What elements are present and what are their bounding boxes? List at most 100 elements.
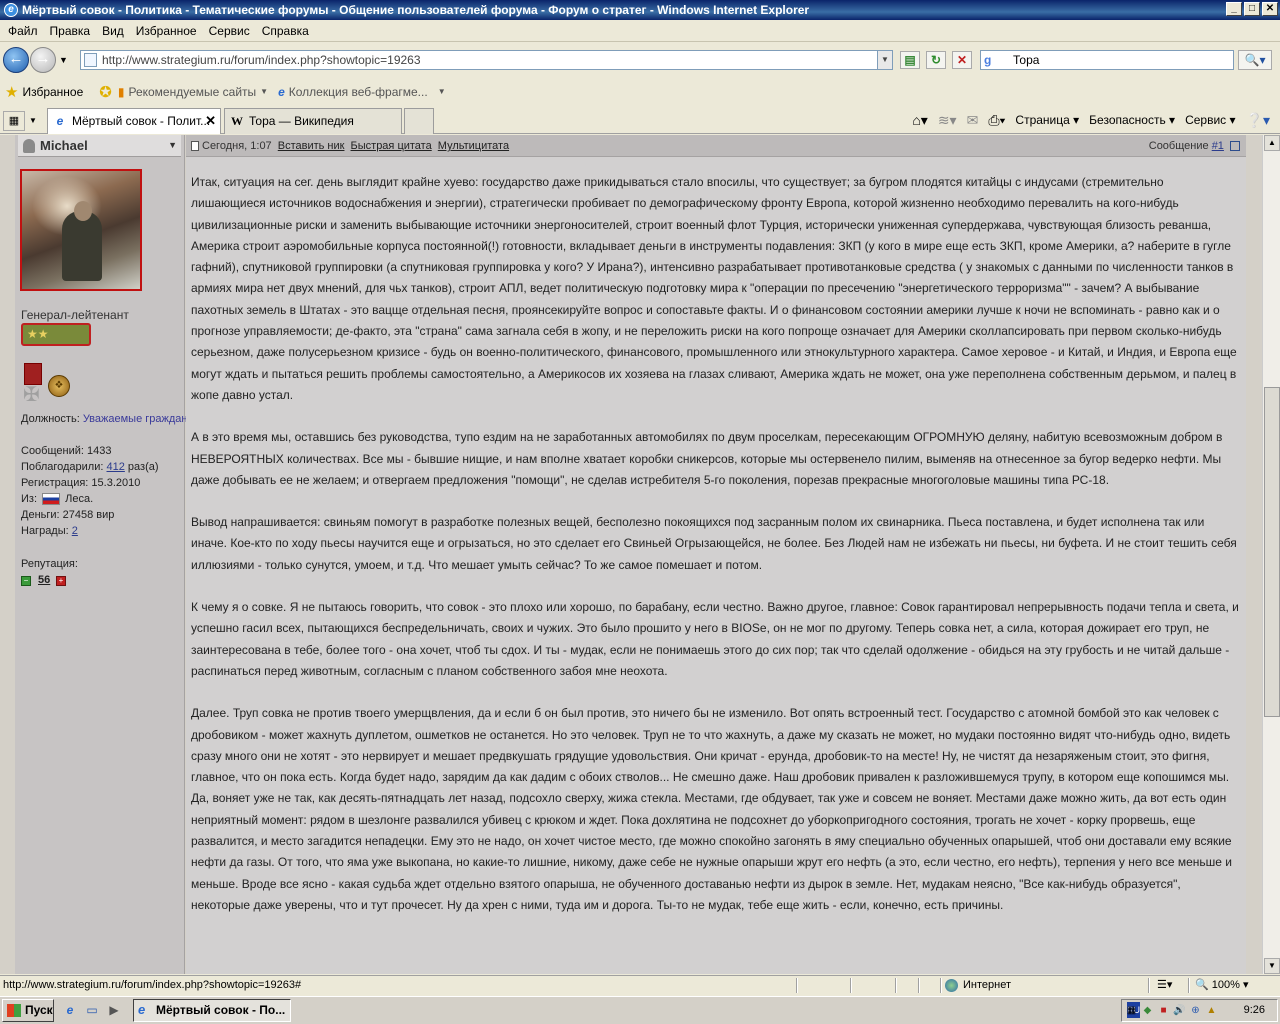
awards-count-link[interactable]: 2 [72,525,78,537]
post-permalink[interactable]: #1 [1212,140,1224,152]
mail-icon[interactable]: ✉ [967,112,979,129]
menu-tools[interactable]: Сервис [203,24,256,38]
stop-button[interactable]: ✕ [952,51,972,69]
multiquote-link[interactable]: Мультицитата [438,140,509,152]
media-player-icon[interactable]: ▶ [106,1002,122,1018]
zoom-control[interactable]: 🔍 100% ▾ [1195,976,1248,995]
recent-pages-dropdown-icon[interactable]: ▼ [59,55,68,65]
address-toolbar: ← → ▼ http://www.strategium.ru/forum/ind… [0,43,1280,78]
favorites-button[interactable]: ★ Избранное [5,83,83,101]
post-number: Сообщение #1 [1149,135,1240,157]
globe-icon [945,979,958,992]
close-tab-icon[interactable]: ✕ [205,109,216,133]
suggested-sites-label: Рекомендуемые сайты [128,84,257,99]
quick-quote-link[interactable]: Быстрая цитата [351,140,432,152]
reputation-plus-button[interactable]: + [56,576,66,586]
forward-button[interactable]: → [30,47,56,73]
author-awards: Награды: 2 [21,525,78,537]
taskbar-task-browser[interactable]: e Мёртвый совок - По... [133,999,291,1022]
page-icon [84,53,97,67]
tab-wikipedia-tora[interactable]: W Тора — Википедия [224,108,402,134]
status-url: http://www.strategium.ru/forum/index.php… [3,979,302,991]
security-shield-icon[interactable]: ▲ [1205,1004,1218,1017]
author-name-bar[interactable]: Michael ▼ [18,135,181,157]
home-icon[interactable]: ⌂▾ [912,112,927,129]
zoom-level: 100% [1211,979,1240,991]
tray-app-icon[interactable]: ◆ [1141,1004,1154,1017]
bluetooth-icon[interactable]: ⊕ [1189,1004,1202,1017]
close-button[interactable]: ✕ [1262,2,1278,16]
user-icon [23,139,35,153]
post-paragraph: Далее. Труп совка не против твоего умерщ… [191,706,1233,912]
back-button[interactable]: ← [3,47,29,73]
address-url: http://www.strategium.ru/forum/index.php… [102,53,421,67]
author-location: Из: Леса. [21,493,93,506]
help-icon[interactable]: ❔▾ [1246,112,1270,129]
antivirus-icon[interactable]: ■ [1157,1004,1170,1017]
reputation-value[interactable]: 56 [38,574,50,586]
task-label: Мёртвый совок - По... [156,1003,286,1017]
quick-tabs-button[interactable]: ▦ [3,111,25,131]
chevron-down-icon[interactable]: ▼ [168,135,177,156]
tab-list-dropdown-icon[interactable]: ▼ [29,111,41,131]
search-button[interactable]: 🔍▾ [1238,50,1272,70]
menubar: Файл Правка Вид Избранное Сервис Справка [0,21,1280,42]
menu-view[interactable]: Вид [96,24,130,38]
post-icon [191,141,199,151]
post-paragraph: Итак, ситуация на сег. день выглядит кра… [191,175,1237,402]
web-slice-gallery-link[interactable]: e Коллекция веб-фрагме... ▼ [278,85,446,99]
tools-menu[interactable]: Сервис ▾ [1185,113,1235,127]
post-paragraph: К чему я о совке. Я не пытаюсь говорить,… [191,600,1239,678]
refresh-button[interactable]: ↻ [926,51,946,69]
search-input[interactable]: g Тора [980,50,1234,70]
safety-menu[interactable]: Безопасность ▾ [1089,113,1175,127]
start-button[interactable]: Пуск [2,999,54,1022]
window-titlebar: e Мёртвый совок - Политика - Тематически… [0,0,1280,20]
menu-edit[interactable]: Правка [44,24,97,38]
author-role: Должность: Уважаемые граждани [21,413,213,425]
vertical-scrollbar[interactable]: ▲ ▼ [1262,135,1280,974]
maximize-button[interactable]: □ [1244,2,1260,16]
menu-help[interactable]: Справка [256,24,315,38]
ie-logo-icon: e [4,3,18,17]
feeds-icon[interactable]: ≋▾ [938,112,957,129]
protected-mode-icon[interactable]: ☰▾ [1157,976,1172,995]
page-menu-label: Страница [1015,113,1070,127]
status-bar: http://www.strategium.ru/forum/index.php… [0,975,1280,995]
ie-page-icon: e [278,84,285,99]
menu-file[interactable]: Файл [2,24,44,38]
thanks-count-link[interactable]: 412 [107,461,125,473]
print-icon[interactable]: ⎙▾ [988,112,1005,129]
reputation-label: Репутация: [21,558,78,570]
page-menu[interactable]: Страница ▾ [1015,113,1079,127]
insert-nick-link[interactable]: Вставить ник [278,140,345,152]
scroll-down-icon[interactable]: ▼ [1264,958,1280,974]
suggested-sites-link[interactable]: ▮ Рекомендуемые сайты ▼ [118,85,268,99]
show-desktop-icon[interactable]: ▭ [84,1002,100,1018]
add-favorite-icon: ✪ [99,83,112,101]
ie-quicklaunch-icon[interactable]: e [62,1002,78,1018]
avatar [20,169,142,291]
awards-label: Награды: [21,525,69,537]
new-tab-button[interactable] [404,108,434,134]
network-icon[interactable]: ▦ [1125,1004,1138,1017]
select-post-checkbox[interactable] [1230,141,1240,152]
post-body: Итак, ситуация на сег. день выглядит кра… [186,157,1246,974]
volume-icon[interactable]: 🔊 [1173,1004,1186,1017]
scroll-up-icon[interactable]: ▲ [1264,135,1280,151]
author-username: Michael [40,138,88,153]
address-input[interactable]: http://www.strategium.ru/forum/index.php… [80,50,893,70]
address-dropdown-icon[interactable]: ▼ [877,51,892,69]
zoom-icon: 🔍 [1195,979,1209,991]
add-favorite-button[interactable]: ✪ [99,83,112,101]
tools-menu-label: Сервис [1185,113,1227,127]
tab-dead-sovok[interactable]: e Мёртвый совок - Полит... ✕ [47,108,221,134]
security-zone: Интернет [945,976,1011,995]
author-thanks: Поблагодарили: 412 раз(а) [21,461,159,473]
menu-favorites[interactable]: Избранное [130,24,203,38]
reputation-minus-button[interactable]: − [21,576,31,586]
chevron-down-icon: ▼ [437,87,446,96]
compatibility-view-button[interactable]: ▤ [900,51,920,69]
minimize-button[interactable]: _ [1226,2,1242,16]
scrollbar-thumb[interactable] [1264,387,1280,717]
